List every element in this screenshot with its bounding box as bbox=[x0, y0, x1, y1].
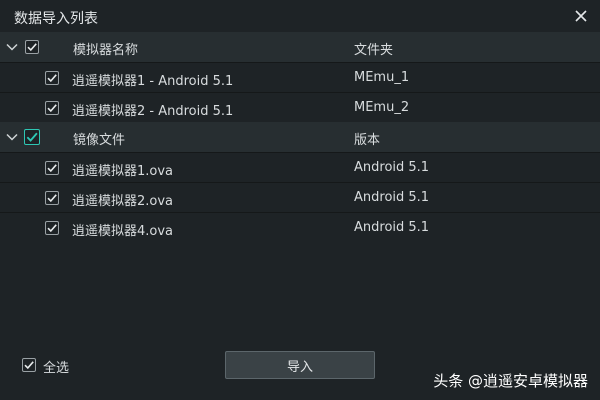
item-name: 逍遥模拟器4.ova bbox=[72, 224, 174, 239]
item-checkbox[interactable] bbox=[45, 71, 59, 85]
chevron-down-icon[interactable] bbox=[6, 131, 18, 143]
check-icon bbox=[27, 43, 37, 52]
check-icon bbox=[47, 104, 57, 113]
watermark-text: 头条 @逍遥安卓模拟器 bbox=[433, 372, 588, 390]
item-checkbox[interactable] bbox=[45, 161, 59, 175]
check-icon bbox=[47, 194, 57, 203]
column-header-folder: 文件夹 bbox=[354, 43, 394, 58]
close-icon[interactable] bbox=[572, 7, 590, 25]
item-checkbox[interactable] bbox=[45, 191, 59, 205]
item-version: Android 5.1 bbox=[354, 190, 430, 205]
item-checkbox[interactable] bbox=[45, 221, 59, 235]
item-folder: MEmu_2 bbox=[354, 100, 410, 115]
group-checkbox-emulators[interactable] bbox=[25, 40, 39, 54]
column-header-image-file: 镜像文件 bbox=[73, 133, 126, 148]
column-header-name: 模拟器名称 bbox=[73, 43, 139, 58]
check-icon bbox=[47, 224, 57, 233]
check-icon bbox=[24, 361, 34, 370]
item-name: 逍遥模拟器1 - Android 5.1 bbox=[72, 74, 234, 89]
group-header-emulators: 模拟器名称 文件夹 bbox=[0, 32, 600, 62]
import-button[interactable]: 导入 bbox=[225, 351, 375, 379]
check-icon bbox=[47, 164, 57, 173]
select-all-checkbox[interactable] bbox=[22, 358, 36, 372]
item-name: 逍遥模拟器1.ova bbox=[72, 164, 174, 179]
column-header-version: 版本 bbox=[354, 133, 381, 148]
select-all-label[interactable]: 全选 bbox=[43, 357, 69, 376]
dialog-footer: 全选 导入 头条 @逍遥安卓模拟器 bbox=[0, 332, 600, 400]
item-name: 逍遥模拟器2 - Android 5.1 bbox=[72, 104, 234, 119]
item-version: Android 5.1 bbox=[354, 160, 430, 175]
title-bar: 数据导入列表 bbox=[0, 0, 600, 32]
group-header-images: 镜像文件 版本 bbox=[0, 122, 600, 152]
item-name: 逍遥模拟器2.ova bbox=[72, 194, 174, 209]
list-item[interactable]: 逍遥模拟器4.ova Android 5.1 bbox=[0, 212, 600, 242]
dialog-title: 数据导入列表 bbox=[14, 11, 98, 27]
list-item[interactable]: 逍遥模拟器1.ova Android 5.1 bbox=[0, 152, 600, 182]
import-list: 模拟器名称 文件夹 逍遥模拟器1 - Android 5.1 MEmu_1 逍遥… bbox=[0, 32, 600, 332]
list-item[interactable]: 逍遥模拟器1 - Android 5.1 MEmu_1 bbox=[0, 62, 600, 92]
import-dialog: 数据导入列表 模拟器名称 文件夹 逍遥模拟器1 - Android 5.1 ME… bbox=[0, 0, 600, 400]
list-item[interactable]: 逍遥模拟器2 - Android 5.1 MEmu_2 bbox=[0, 92, 600, 122]
chevron-down-icon[interactable] bbox=[6, 41, 18, 53]
item-folder: MEmu_1 bbox=[354, 70, 410, 85]
item-version: Android 5.1 bbox=[354, 220, 430, 235]
item-checkbox[interactable] bbox=[45, 101, 59, 115]
list-item[interactable]: 逍遥模拟器2.ova Android 5.1 bbox=[0, 182, 600, 212]
check-icon bbox=[47, 74, 57, 83]
group-checkbox-images[interactable] bbox=[24, 129, 40, 145]
check-icon bbox=[26, 132, 38, 142]
